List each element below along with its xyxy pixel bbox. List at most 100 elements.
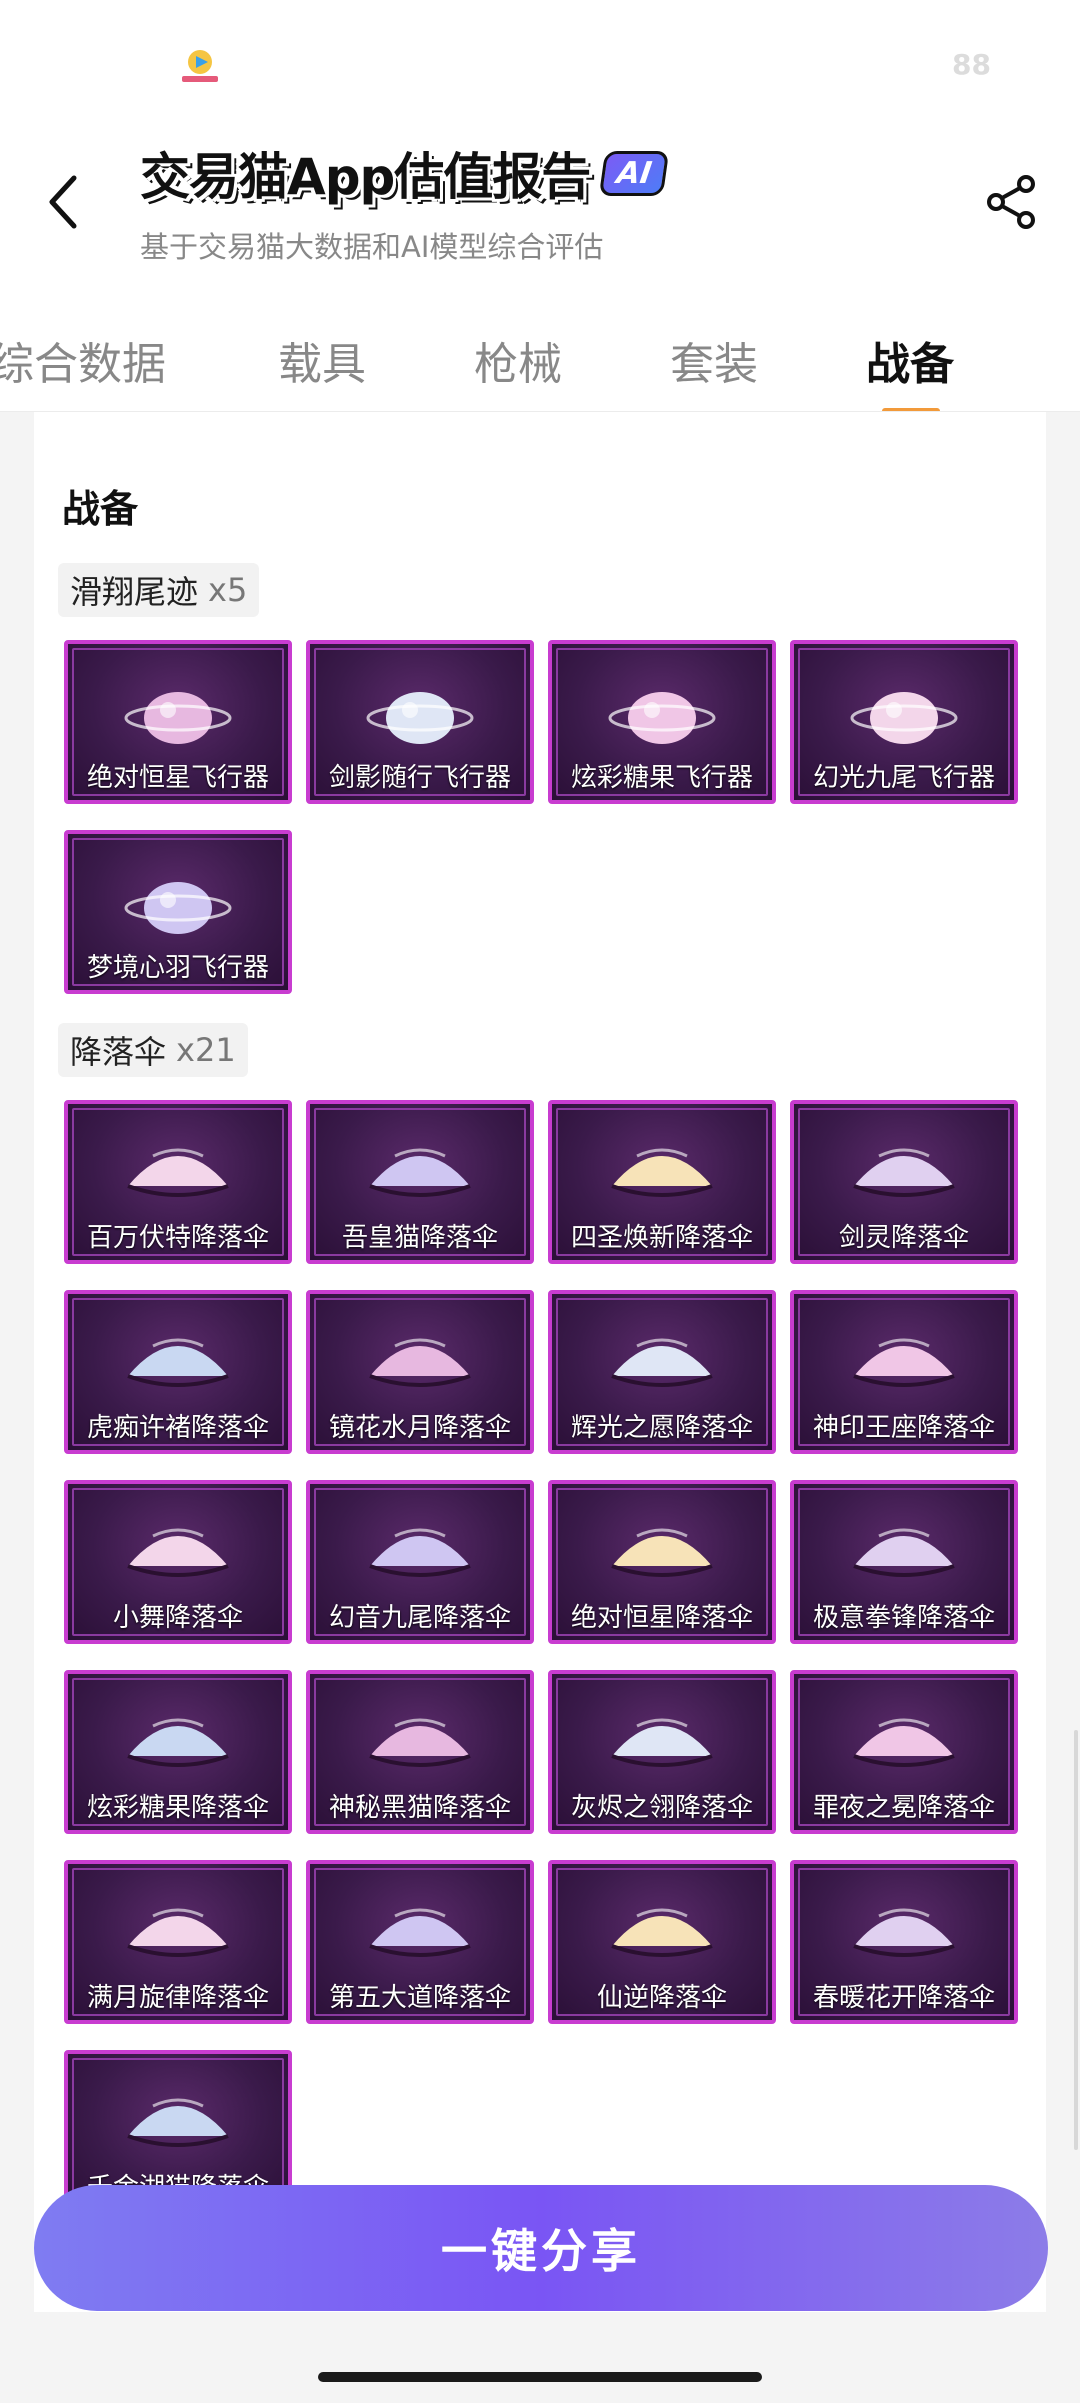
item-card[interactable]: 梦境心羽飞行器: [64, 830, 292, 994]
item-card[interactable]: 神印王座降落伞: [790, 1290, 1018, 1454]
item-label: 罪夜之冕降落伞: [812, 1793, 995, 1823]
item-label: 神印王座降落伞: [812, 1413, 995, 1443]
item-label: 幻音九尾降落伞: [328, 1603, 511, 1633]
item-card[interactable]: 满月旋律降落伞: [64, 1860, 292, 2024]
item-label: 剑灵降落伞: [838, 1223, 969, 1253]
tab-outfits[interactable]: 套装: [670, 328, 758, 392]
glider-icon: [850, 691, 958, 744]
item-card[interactable]: 极意拳锋降落伞: [790, 1480, 1018, 1644]
item-card[interactable]: 绝对恒星飞行器: [64, 640, 292, 804]
parachute-icon: [127, 1908, 229, 1957]
category-count: x21: [176, 1031, 236, 1069]
category-name: 降落伞: [70, 1033, 167, 1071]
item-card[interactable]: 仙逆降落伞: [548, 1860, 776, 2024]
tab-equipment[interactable]: 战备: [866, 328, 954, 392]
item-card[interactable]: 幻音九尾降落伞: [306, 1480, 534, 1644]
tab-overview[interactable]: 综合数据: [0, 328, 166, 392]
parachute-icon: [369, 1908, 471, 1957]
parachute-icon: [853, 1718, 955, 1767]
item-label: 第五大道降落伞: [328, 1983, 511, 2013]
item-label: 炫彩糖果飞行器: [570, 763, 753, 793]
item-label: 小舞降落伞: [112, 1603, 243, 1633]
parachute-icon: [853, 1148, 955, 1197]
item-label: 仙逆降落伞: [596, 1983, 727, 2013]
parachute-icon: [611, 1148, 713, 1197]
scrollbar[interactable]: [1074, 1730, 1078, 2150]
share-all-label: 一键分享: [441, 2224, 641, 2278]
item-label: 春暖花开降落伞: [812, 1983, 995, 2013]
category-tag-parachute: 降落伞 x21: [58, 1023, 248, 1077]
item-label: 虎痴许褚降落伞: [86, 1413, 269, 1443]
glider-icon: [366, 691, 474, 744]
item-card[interactable]: 剑灵降落伞: [790, 1100, 1018, 1264]
page-subtitle: 基于交易猫大数据和AI模型综合评估: [140, 230, 604, 264]
parachute-icon: [853, 1528, 955, 1577]
item-card[interactable]: 辉光之愿降落伞: [548, 1290, 776, 1454]
item-card[interactable]: 绝对恒星降落伞: [548, 1480, 776, 1644]
item-label: 炫彩糖果降落伞: [86, 1793, 269, 1823]
item-card[interactable]: 幻光九尾飞行器: [790, 640, 1018, 804]
item-label: 满月旋律降落伞: [86, 1983, 269, 2013]
item-label: 幻光九尾飞行器: [812, 763, 995, 793]
title-row: 交易猫App估值报告 AI: [140, 138, 670, 208]
item-card[interactable]: 剑影随行飞行器: [306, 640, 534, 804]
item-label: 四圣焕新降落伞: [570, 1223, 753, 1253]
item-card[interactable]: 虎痴许褚降落伞: [64, 1290, 292, 1454]
item-card[interactable]: 春暖花开降落伞: [790, 1860, 1018, 2024]
parachute-icon: [127, 1718, 229, 1767]
item-label: 绝对恒星降落伞: [570, 1603, 753, 1633]
parachute-icon: [369, 1718, 471, 1767]
item-label: 神秘黑猫降落伞: [328, 1793, 511, 1823]
item-card[interactable]: 炫彩糖果飞行器: [548, 640, 776, 804]
section-title: 战备: [62, 487, 139, 531]
parachute-icon: [369, 1528, 471, 1577]
item-label: 绝对恒星飞行器: [86, 763, 269, 793]
item-card[interactable]: 小舞降落伞: [64, 1480, 292, 1644]
parachute-icon: [127, 1148, 229, 1197]
item-label: 梦境心羽飞行器: [86, 953, 269, 983]
parachute-icon: [127, 1338, 229, 1387]
share-icon[interactable]: [982, 172, 1042, 232]
item-label: 百万伏特降落伞: [86, 1223, 269, 1253]
category-count: x5: [208, 571, 248, 609]
app-root: 88 交易猫App估值报告 AI 基于交易猫大数据和AI模型综合评估 综合数据 …: [0, 0, 1080, 2403]
item-label: 辉光之愿降落伞: [570, 1413, 753, 1443]
parachute-icon: [853, 1908, 955, 1957]
header: 88 交易猫App估值报告 AI 基于交易猫大数据和AI模型综合评估 综合数据 …: [0, 0, 1080, 414]
back-icon[interactable]: [44, 172, 84, 232]
page-title: 交易猫App估值报告: [140, 148, 591, 206]
parachute-icon: [611, 1528, 713, 1577]
glider-icon: [608, 691, 716, 744]
item-card[interactable]: 罪夜之冕降落伞: [790, 1670, 1018, 1834]
item-card[interactable]: 镜花水月降落伞: [306, 1290, 534, 1454]
item-card[interactable]: 第五大道降落伞: [306, 1860, 534, 2024]
item-card[interactable]: 四圣焕新降落伞: [548, 1100, 776, 1264]
category-tabs: 综合数据 载具 枪械 套装 战备: [0, 300, 1080, 414]
item-card[interactable]: 灰烬之翎降落伞: [548, 1670, 776, 1834]
item-label: 灰烬之翎降落伞: [570, 1793, 753, 1823]
item-label: 剑影随行飞行器: [328, 763, 511, 793]
item-card[interactable]: 炫彩糖果降落伞: [64, 1670, 292, 1834]
category-name: 滑翔尾迹: [70, 573, 199, 611]
parachute-icon: [611, 1338, 713, 1387]
parachute-icon: [611, 1718, 713, 1767]
item-label: 吾皇猫降落伞: [341, 1223, 498, 1253]
category-tag-glide-trail: 滑翔尾迹 x5: [58, 563, 260, 617]
item-label: 极意拳锋降落伞: [812, 1603, 995, 1633]
tab-firearms[interactable]: 枪械: [474, 328, 562, 392]
item-label: 镜花水月降落伞: [328, 1413, 511, 1443]
item-card[interactable]: 百万伏特降落伞: [64, 1100, 292, 1264]
parachute-icon: [611, 1908, 713, 1957]
tab-vehicles[interactable]: 载具: [278, 328, 366, 392]
status-counter: 88: [952, 48, 991, 81]
parachute-icon: [369, 1148, 471, 1197]
parachute-icon: [127, 1528, 229, 1577]
item-card[interactable]: 吾皇猫降落伞: [306, 1100, 534, 1264]
glider-icon: [124, 691, 232, 744]
share-all-button[interactable]: 一键分享: [34, 2185, 1048, 2311]
item-card[interactable]: 神秘黑猫降落伞: [306, 1670, 534, 1834]
parachute-icon: [853, 1338, 955, 1387]
ai-badge: AI: [599, 150, 670, 196]
parachute-icon: [369, 1338, 471, 1387]
home-indicator[interactable]: [318, 2372, 762, 2382]
